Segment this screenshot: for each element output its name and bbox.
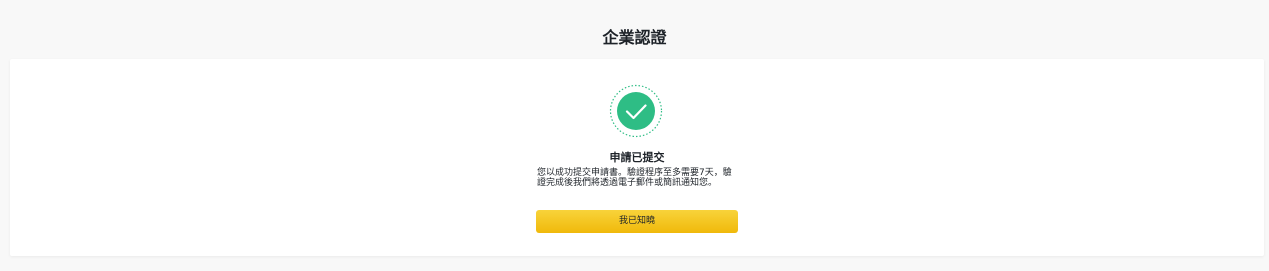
page-title: 企業認證 bbox=[602, 28, 667, 47]
status-title: 申請已提交 bbox=[609, 151, 665, 164]
status-message: 您以成功提交申請書。驗證程序至多需要7天，驗證完成後我們將透過電子郵件或簡訊通知… bbox=[537, 168, 732, 188]
check-circle-icon bbox=[609, 84, 663, 138]
acknowledge-button[interactable]: 我已知曉 bbox=[536, 210, 738, 233]
status-card: 申請已提交 您以成功提交申請書。驗證程序至多需要7天，驗證完成後我們將透過電子郵… bbox=[10, 59, 1264, 256]
